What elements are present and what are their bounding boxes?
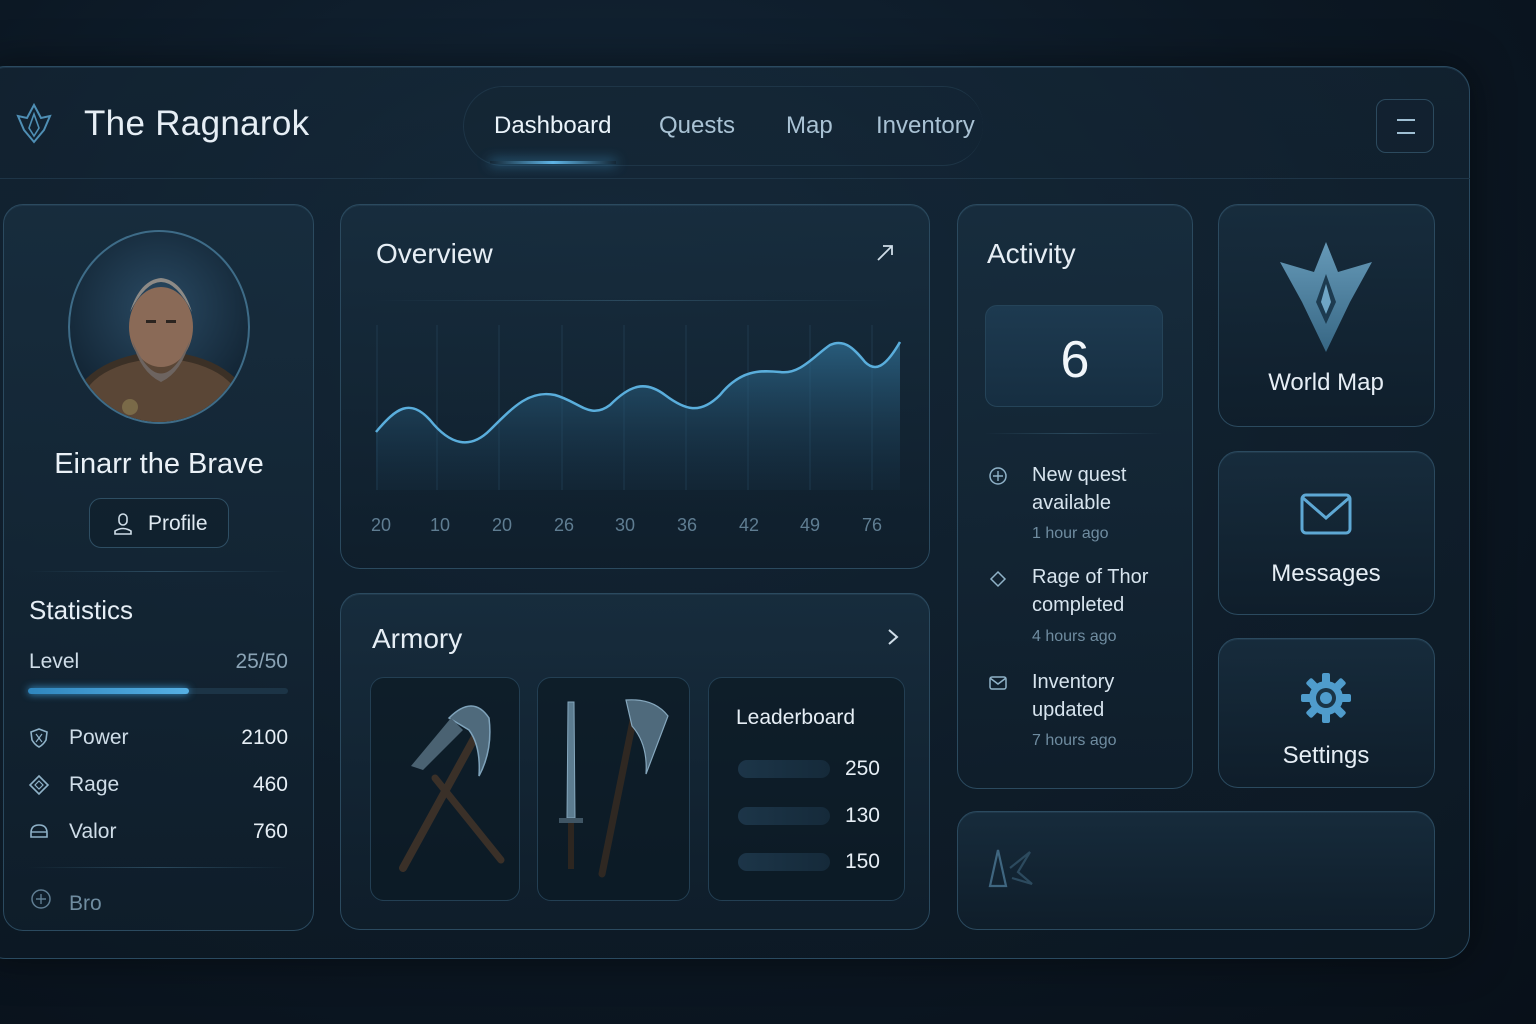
player-name: Einarr the Brave [54, 448, 264, 480]
divider [985, 433, 1163, 434]
menu-icon-bar [1397, 132, 1415, 134]
activity-item-time: 4 hours ago [1032, 628, 1117, 645]
leaderboard-value: 150 [844, 850, 880, 873]
activity-title: Activity [987, 238, 1076, 269]
leaderboard-bar [738, 853, 830, 871]
level-value: 25/50 [235, 650, 288, 673]
world-map-label: World Map [1268, 369, 1384, 396]
divider [28, 867, 288, 868]
x-tick: 49 [800, 515, 821, 535]
x-tick: 30 [615, 515, 636, 535]
profile-button[interactable]: Profile [89, 498, 229, 548]
level-progress-fill [28, 688, 190, 694]
tab-map[interactable]: Map [786, 112, 833, 140]
level-progress-bar [28, 688, 288, 694]
menu-button[interactable] [1376, 99, 1434, 153]
ragnarok-logo-icon [16, 102, 52, 144]
messages-label: Messages [1271, 560, 1381, 587]
activity-item-text[interactable]: New quest available [1032, 461, 1172, 517]
x-tick: 42 [739, 515, 760, 535]
stat-power-value: 2100 [241, 726, 288, 749]
active-tab-indicator [490, 161, 616, 164]
stat-footer-link[interactable]: Bro [69, 892, 102, 916]
activity-item-text[interactable]: Rage of Thor completed [1032, 563, 1172, 619]
leaderboard-bar [738, 807, 830, 825]
activity-item-text[interactable]: Inventory updated [1032, 668, 1172, 724]
armory-slot-pickaxe[interactable] [370, 677, 520, 901]
stat-valor-label: Valor [69, 820, 117, 843]
diamond-icon [989, 570, 1007, 588]
menu-icon [1397, 119, 1415, 121]
envelope-icon [1300, 493, 1352, 535]
overview-title: Overview [376, 238, 493, 269]
settings-label: Settings [1282, 742, 1370, 769]
x-tick: 36 [677, 515, 698, 535]
x-tick: 20 [492, 515, 513, 535]
arrow-up-right-icon[interactable] [874, 242, 896, 264]
user-icon [114, 513, 132, 535]
leaderboard-bar [738, 760, 830, 778]
chevron-right-icon[interactable] [884, 627, 902, 647]
x-tick: 20 [371, 515, 392, 535]
shield-icon [30, 728, 48, 748]
diamond-icon [28, 774, 50, 796]
activity-item-time: 1 hour ago [1032, 525, 1109, 542]
rune-logo-icon [988, 849, 1033, 888]
x-tick: 76 [862, 515, 883, 535]
leaderboard-value: 130 [844, 804, 880, 827]
stat-valor-value: 760 [252, 820, 288, 843]
leaderboard-value: 250 [844, 757, 880, 780]
stat-power-label: Power [69, 726, 129, 749]
stat-rage-value: 460 [252, 773, 288, 796]
mail-icon [989, 676, 1007, 690]
app-title: The Ragnarok [84, 104, 310, 143]
pickaxe-icon [399, 705, 505, 872]
profile-button-label: Profile [148, 512, 208, 535]
leaderboard-title: Leaderboard [736, 706, 856, 729]
overview-chart [375, 325, 902, 490]
x-tick: 26 [554, 515, 575, 535]
stat-rage-label: Rage [69, 773, 120, 796]
tab-quests[interactable]: Quests [659, 112, 735, 140]
world-map-emblem-icon [1280, 242, 1372, 352]
armory-title: Armory [372, 623, 463, 654]
activity-count: 6 [1060, 331, 1090, 389]
divider [28, 571, 288, 572]
plus-circle-icon [31, 889, 51, 909]
tab-dashboard[interactable]: Dashboard [494, 112, 611, 140]
activity-item-time: 7 hours ago [1032, 732, 1117, 749]
armory-slot-sword-axe[interactable] [537, 677, 690, 901]
statistics-title: Statistics [29, 595, 134, 625]
warrior-portrait-icon [71, 278, 248, 422]
sword-and-axe-icon [559, 699, 669, 878]
x-tick: 10 [430, 515, 451, 535]
level-label: Level [29, 650, 80, 673]
plus-circle-icon [989, 467, 1007, 485]
helmet-icon [30, 824, 48, 838]
activity-counter: 6 [985, 305, 1163, 407]
tab-inventory[interactable]: Inventory [876, 112, 975, 140]
gear-icon [1301, 673, 1351, 723]
avatar [68, 230, 250, 424]
